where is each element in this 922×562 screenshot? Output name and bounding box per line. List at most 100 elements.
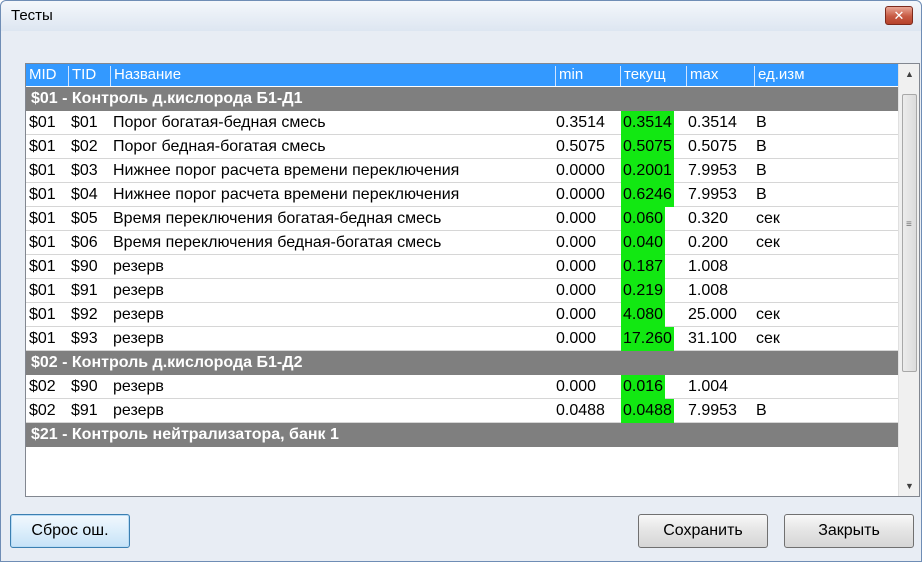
cell-min: 0.000 (556, 282, 597, 299)
cell-mid: $01 (29, 186, 56, 203)
cell-max: 7.9953 (688, 186, 737, 203)
group-row[interactable]: $01 - Контроль д.кислорода Б1-Д1 (26, 87, 898, 111)
cell-tid: $92 (71, 306, 98, 323)
cell-cur: 0.040 (621, 231, 666, 255)
column-header-unit[interactable]: ед.изм (754, 66, 805, 86)
cell-tid: $05 (71, 210, 98, 227)
cell-unit: сек (756, 210, 780, 227)
cell-unit: В (756, 402, 767, 419)
column-header-min[interactable]: min (555, 66, 583, 86)
scrollbar-thumb[interactable]: ≡ (902, 94, 917, 372)
table-row[interactable]: $01 $90 резерв 0.000 0.187 1.008 (26, 255, 898, 279)
cell-name: резерв (113, 282, 164, 299)
table-row[interactable]: $01 $04 Нижнее порог расчета времени перек… (26, 183, 898, 207)
table-row[interactable]: $01 $06 Время переключения бедная-богатая … (26, 231, 898, 255)
table-row[interactable]: $01 $03 Нижнее порог расчета времени перек… (26, 159, 898, 183)
title-bar[interactable]: Тесты ✕ (1, 1, 921, 31)
cell-tid: $03 (71, 162, 98, 179)
cell-cur: 0.016 (621, 375, 666, 399)
grip-icon: ≡ (906, 219, 912, 230)
cell-min: 0.000 (556, 330, 597, 347)
reset-errors-button[interactable]: Сброс ош. (10, 514, 130, 548)
cell-tid: $90 (71, 258, 98, 275)
cell-cur: 17.260 (621, 327, 674, 351)
close-icon: ✕ (893, 8, 905, 23)
cell-min: 0.000 (556, 378, 597, 395)
cell-mid: $02 (29, 378, 56, 395)
column-header-tid[interactable]: TID (68, 66, 96, 86)
cell-unit: сек (756, 234, 780, 251)
cell-cur: 0.5075 (621, 135, 674, 159)
close-button[interactable]: Закрыть (784, 514, 914, 548)
cell-min: 0.0488 (556, 402, 605, 419)
cell-max: 31.100 (688, 330, 737, 347)
cell-min: 0.0000 (556, 186, 605, 203)
table-row[interactable]: $01 $92 резерв 0.000 4.080 25.000 сек (26, 303, 898, 327)
column-header-name[interactable]: Название (110, 66, 181, 86)
cell-tid: $90 (71, 378, 98, 395)
group-title: $02 - Контроль д.кислорода Б1-Д2 (31, 354, 303, 371)
table-row[interactable]: $01 $93 резерв 0.000 17.260 31.100 сек (26, 327, 898, 351)
cell-mid: $01 (29, 306, 56, 323)
cell-unit: В (756, 138, 767, 155)
cell-max: 7.9953 (688, 162, 737, 179)
cell-max: 0.5075 (688, 138, 737, 155)
cell-cur: 0.2001 (621, 159, 674, 183)
cell-unit: В (756, 114, 767, 131)
cell-name: Время переключения богатая-бедная смесь (113, 210, 442, 227)
table-row[interactable]: $01 $01 Порог богатая-бедная смесь 0.3514 0.… (26, 111, 898, 135)
table-row[interactable]: $01 $05 Время переключения богатая-бедная … (26, 207, 898, 231)
cell-min: 0.000 (556, 234, 597, 251)
cell-name: резерв (113, 378, 164, 395)
cell-min: 0.5075 (556, 138, 605, 155)
cell-mid: $01 (29, 282, 56, 299)
cell-cur: 0.219 (621, 279, 666, 303)
group-title: $21 - Контроль нейтрализатора, банк 1 (31, 426, 339, 443)
column-header-current[interactable]: текущ (620, 66, 666, 86)
grid-body: MID TID Название min текущ max ед.изм $0… (26, 64, 898, 496)
cell-max: 7.9953 (688, 402, 737, 419)
cell-cur: 0.6246 (621, 183, 674, 207)
cell-tid: $93 (71, 330, 98, 347)
cell-unit: сек (756, 330, 780, 347)
table-row[interactable]: $02 $91 резерв 0.0488 0.0488 7.9953 В (26, 399, 898, 423)
cell-name: Время переключения бедная-богатая смесь (113, 234, 442, 251)
cell-mid: $01 (29, 210, 56, 227)
cell-mid: $01 (29, 162, 56, 179)
column-header-mid[interactable]: MID (26, 66, 57, 86)
table-row[interactable]: $02 $90 резерв 0.000 0.016 1.004 (26, 375, 898, 399)
cell-max: 0.3514 (688, 114, 737, 131)
vertical-scrollbar[interactable]: ▲ ≡ ▼ (898, 64, 919, 496)
group-row[interactable]: $02 - Контроль д.кислорода Б1-Д2 (26, 351, 898, 375)
cell-tid: $01 (71, 114, 98, 131)
grid-header: MID TID Название min текущ max ед.изм (26, 64, 898, 86)
group-row[interactable]: $21 - Контроль нейтрализатора, банк 1 (26, 423, 898, 447)
cell-max: 0.200 (688, 234, 729, 251)
cell-name: Порог богатая-бедная смесь (113, 114, 326, 131)
close-window-button[interactable]: ✕ (885, 6, 913, 25)
tests-grid[interactable]: MID TID Название min текущ max ед.изм $0… (25, 63, 920, 497)
cell-max: 0.320 (688, 210, 729, 227)
cell-cur: 0.187 (621, 255, 666, 279)
table-row[interactable]: $01 $91 резерв 0.000 0.219 1.008 (26, 279, 898, 303)
cell-cur: 0.060 (621, 207, 666, 231)
cell-min: 0.0000 (556, 162, 605, 179)
scroll-down-icon[interactable]: ▼ (899, 476, 919, 496)
cell-unit: сек (756, 306, 780, 323)
window-title: Тесты (11, 7, 53, 24)
table-row[interactable]: $01 $02 Порог бедная-богатая смесь 0.5075 0.… (26, 135, 898, 159)
cell-max: 1.008 (688, 258, 729, 275)
cell-max: 1.004 (688, 378, 729, 395)
cell-cur: 4.080 (621, 303, 666, 327)
cell-tid: $02 (71, 138, 98, 155)
scroll-up-icon[interactable]: ▲ (899, 64, 919, 84)
cell-max: 1.008 (688, 282, 729, 299)
cell-mid: $01 (29, 114, 56, 131)
cell-min: 0.000 (556, 306, 597, 323)
column-header-max[interactable]: max (686, 66, 718, 86)
save-button[interactable]: Сохранить (638, 514, 768, 548)
cell-name: Нижнее порог расчета времени переключени… (113, 162, 460, 179)
cell-min: 0.000 (556, 258, 597, 275)
cell-min: 0.000 (556, 210, 597, 227)
cell-tid: $91 (71, 282, 98, 299)
